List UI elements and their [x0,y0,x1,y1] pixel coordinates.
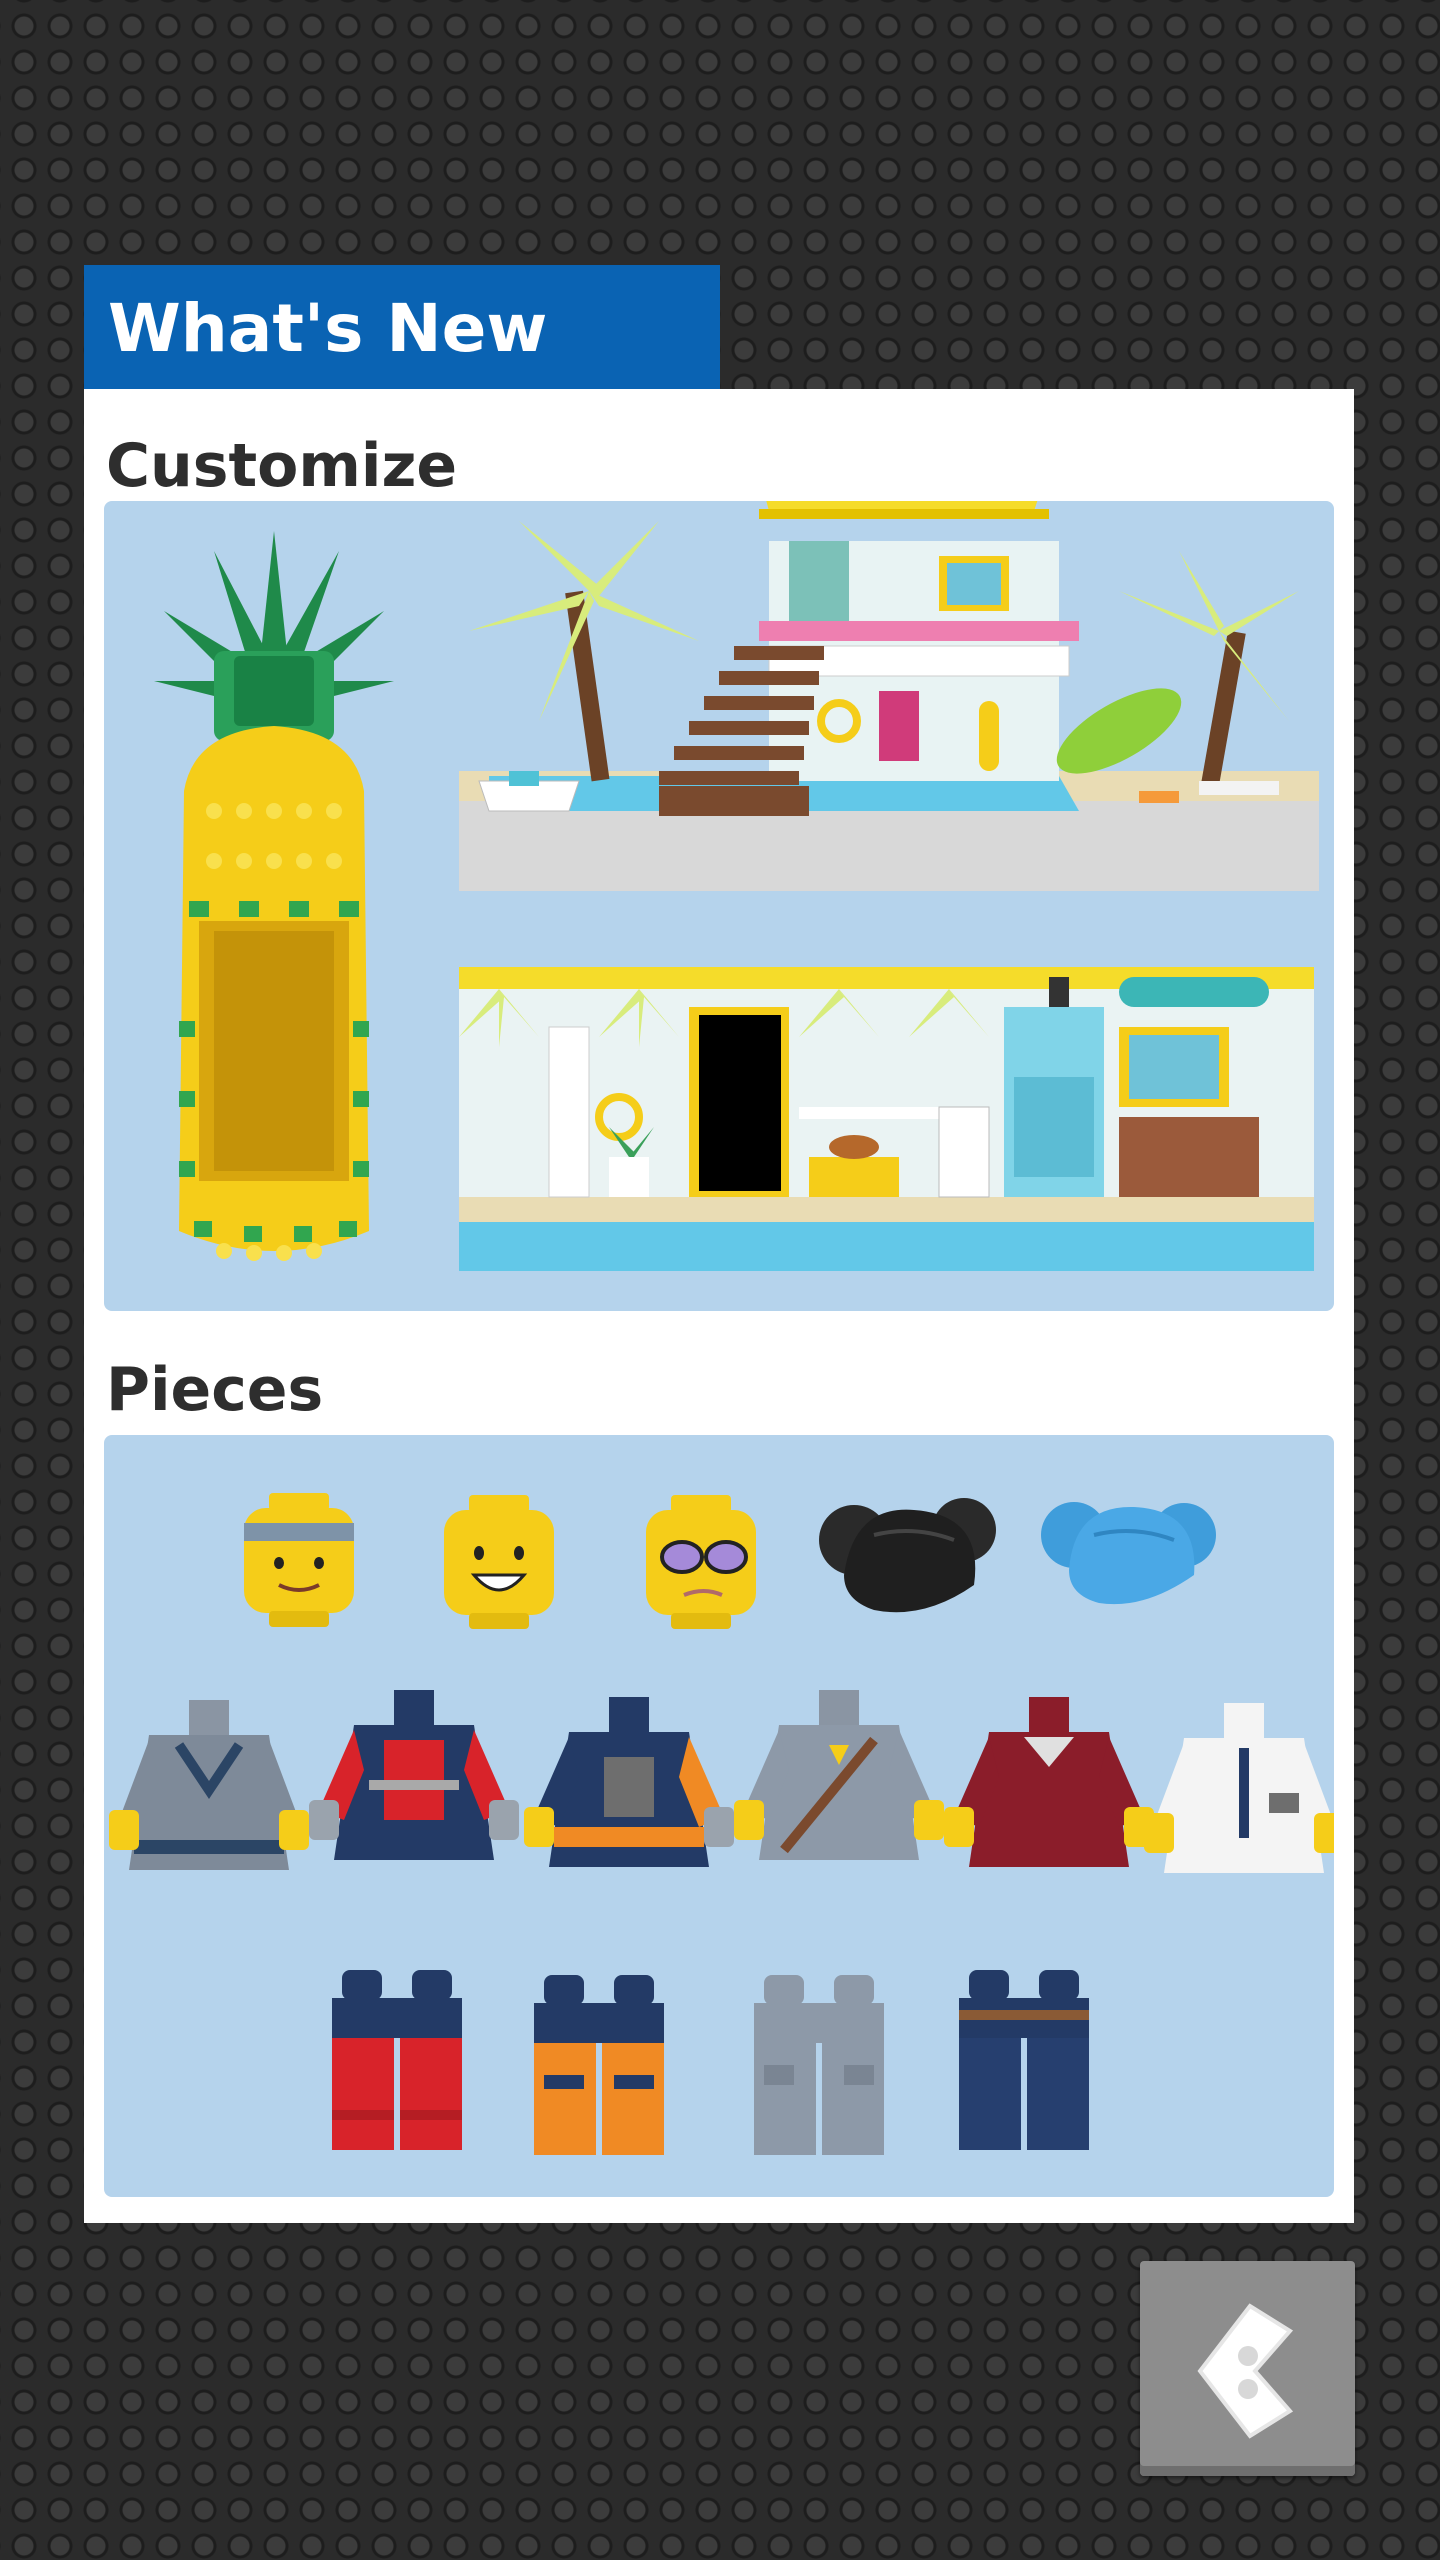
grey-harness-torso-icon[interactable] [109,1700,309,1880]
glasses-head-icon[interactable] [634,1495,769,1630]
page-title: What's New [108,290,548,367]
red-rescue-torso-icon[interactable] [309,1690,519,1870]
whats-new-panel: Customize Pieces [84,389,1354,2223]
back-arrow-brick-icon [1197,2303,1294,2439]
pineapple-house-image [154,531,394,1261]
orange-navy-legs-icon[interactable] [524,1975,674,2160]
beach-house-interior-image [459,967,1314,1271]
grey-legs-icon[interactable] [744,1975,894,2160]
pieces-card [104,1435,1334,2197]
whats-new-header: What's New [84,265,720,389]
grey-satchel-torso-icon[interactable] [734,1690,944,1870]
red-navy-legs-icon[interactable] [322,1970,472,2155]
pieces-title: Pieces [106,1355,324,1425]
headband-head-icon[interactable] [234,1493,364,1628]
black-hair-buns-icon[interactable] [814,1485,1004,1620]
navy-orange-torso-icon[interactable] [524,1697,734,1877]
white-pilot-torso-icon[interactable] [1144,1703,1334,1883]
beach-house-image [459,501,1319,891]
customize-title: Customize [106,431,458,501]
navy-belt-legs-icon[interactable] [949,1970,1099,2155]
maroon-hoodie-torso-icon[interactable] [944,1697,1154,1877]
smiling-head-icon[interactable] [434,1495,564,1630]
back-button[interactable] [1140,2261,1355,2476]
blue-hair-buns-icon[interactable] [1034,1485,1224,1615]
customize-card [104,501,1334,1311]
